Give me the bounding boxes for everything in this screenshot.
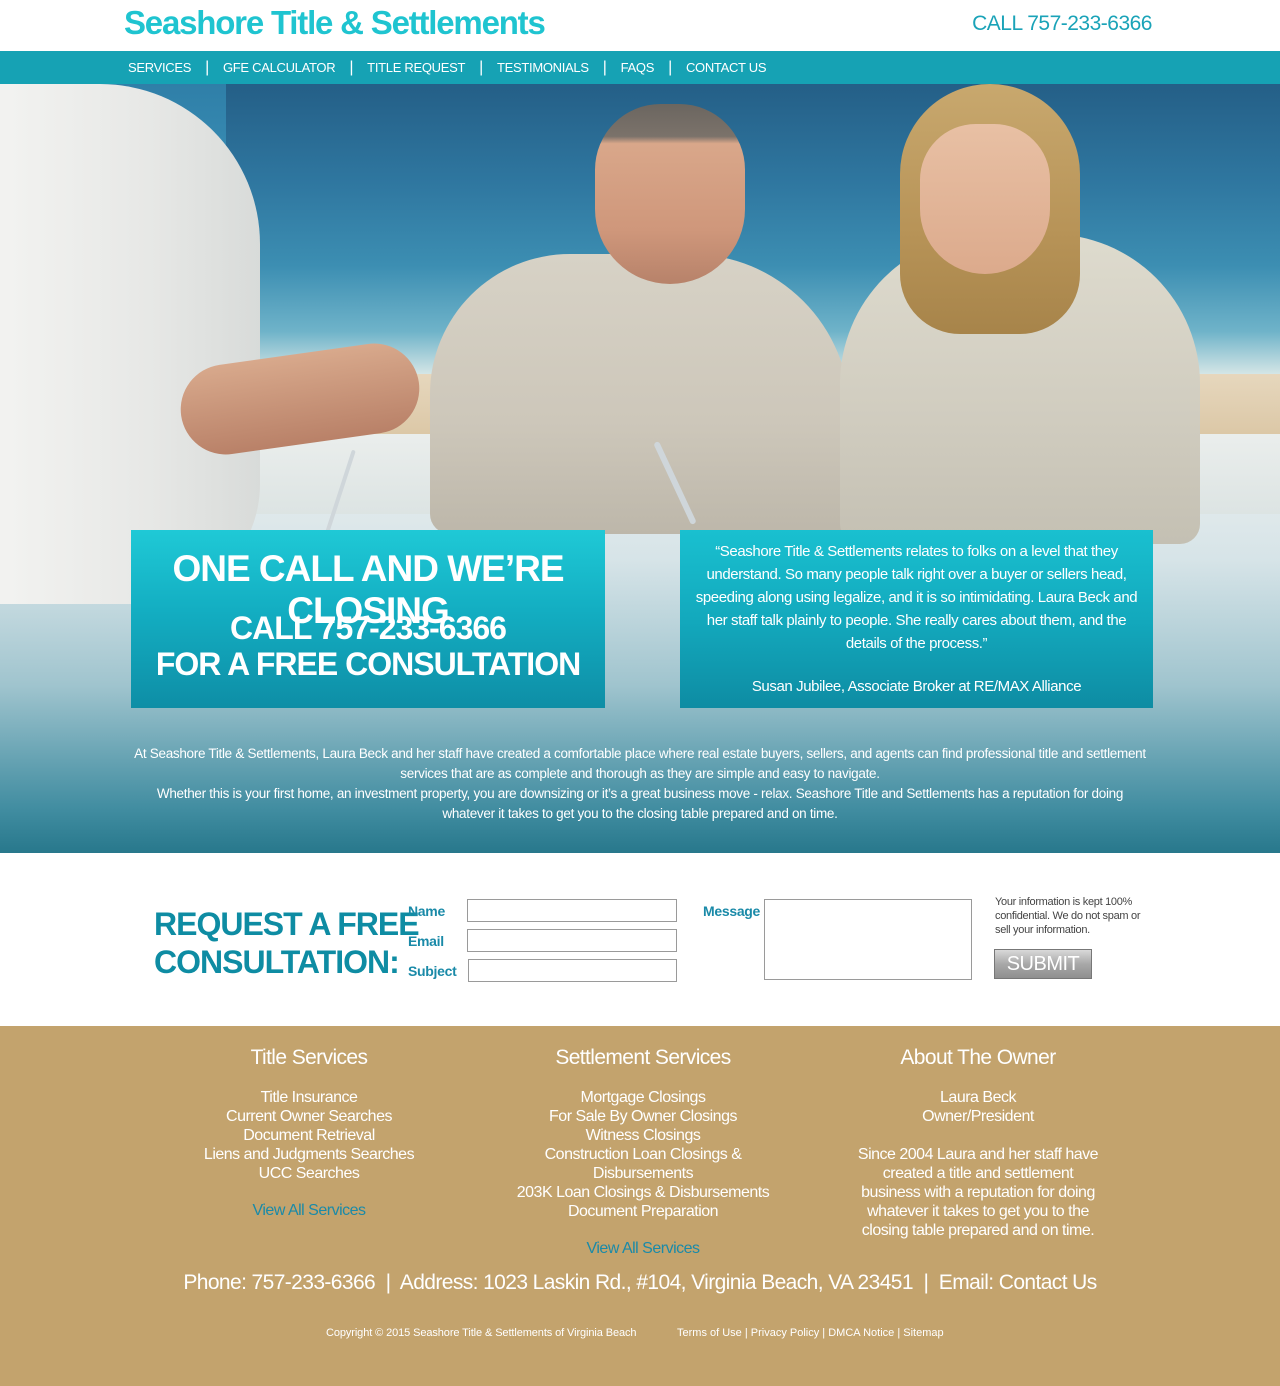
footer-list-item: For Sale By Owner Closings xyxy=(549,1108,737,1125)
name-label: Name xyxy=(408,903,445,919)
footer-list-item: Construction Loan Closings & Disbursemen… xyxy=(544,1146,742,1182)
nav-separator: | xyxy=(479,58,483,76)
nav-item-title-request[interactable]: TITLE REQUEST xyxy=(357,60,475,75)
footer-list-item: Title Insurance xyxy=(260,1089,358,1106)
hero-banner: ONE CALL AND WE’RE CLOSING CALL 757-233-… xyxy=(0,84,1280,853)
footer-contact-line: Phone: 757-233-6366 | Address: 1023 Lask… xyxy=(0,1271,1280,1295)
hero-man-head xyxy=(595,104,745,284)
hero-agent-figure xyxy=(0,84,260,604)
copyright: Copyright © 2015 Seashore Title & Settle… xyxy=(326,1327,637,1339)
footer-settlement-services: Settlement Services Mortgage Closings Fo… xyxy=(493,1026,793,1258)
nav-separator: | xyxy=(668,58,672,76)
owner-bio: Since 2004 Laura and her staff have crea… xyxy=(857,1146,1099,1239)
hero-woman-figure xyxy=(840,84,1200,544)
terms-of-use-link[interactable]: Terms of Use xyxy=(677,1327,742,1339)
site-header: Seashore Title & Settlements CALL 757-23… xyxy=(0,0,1280,51)
hero-intro: At Seashore Title & Settlements, Laura B… xyxy=(130,744,1150,824)
hero-man-body xyxy=(430,254,850,534)
view-all-settlement-services-link[interactable]: View All Services xyxy=(493,1240,793,1258)
form-title-line: REQUEST A FREE xyxy=(154,906,420,942)
message-label: Message xyxy=(703,903,761,919)
footer-list-item: Liens and Judgments Searches xyxy=(203,1146,415,1163)
footer-heading: Settlement Services xyxy=(555,1046,731,1069)
footer-list-item: Witness Closings xyxy=(585,1127,701,1144)
hero-woman-face xyxy=(920,124,1050,274)
site-logo[interactable]: Seashore Title & Settlements xyxy=(124,4,546,42)
footer-about-owner: About The Owner Laura Beck Owner/Preside… xyxy=(853,1026,1103,1240)
main-nav: SERVICES | GFE CALCULATOR | TITLE REQUES… xyxy=(0,51,1280,84)
footer-list-item: Current Owner Searches xyxy=(226,1108,392,1125)
footer-list-item: UCC Searches xyxy=(258,1165,360,1182)
hero-intro-paragraph: Whether this is your first home, an inve… xyxy=(156,786,1124,821)
hero-man-figure xyxy=(430,104,850,534)
nav-item-testimonials[interactable]: TESTIMONIALS xyxy=(487,60,599,75)
testimonial-author: Susan Jubilee, Associate Broker at RE/MA… xyxy=(751,678,1082,695)
form-title: REQUEST A FREE CONSULTATION: xyxy=(154,905,420,981)
testimonial-quote: “Seashore Title & Settlements relates to… xyxy=(695,543,1138,652)
cta-free-line: FOR A FREE CONSULTATION xyxy=(155,646,581,682)
nav-item-contact-us[interactable]: CONTACT US xyxy=(676,60,776,75)
footer-title-services: Title Services Title Insurance Current O… xyxy=(189,1026,429,1220)
subject-field[interactable] xyxy=(468,959,677,982)
dmca-notice-link[interactable]: DMCA Notice xyxy=(828,1327,894,1339)
view-all-title-services-link[interactable]: View All Services xyxy=(189,1202,429,1220)
nav-separator: | xyxy=(602,58,607,76)
hero-intro-paragraph: At Seashore Title & Settlements, Laura B… xyxy=(134,746,1146,781)
footer-list-item: 203K Loan Closings & Disbursements xyxy=(516,1184,770,1201)
email-label: Email xyxy=(408,933,444,949)
message-field[interactable] xyxy=(764,899,972,980)
nav-item-services[interactable]: SERVICES xyxy=(118,60,201,75)
nav-item-faqs[interactable]: FAQS xyxy=(611,60,664,75)
footer-separator: | xyxy=(923,1271,929,1294)
contact-us-link[interactable]: Contact Us xyxy=(999,1271,1097,1294)
cta-call-line: CALL 757-233-6366 xyxy=(230,610,507,646)
sitemap-link[interactable]: Sitemap xyxy=(903,1327,943,1339)
nav-separator: | xyxy=(205,58,209,76)
footer-separator: | xyxy=(385,1271,391,1294)
nav-item-gfe-calculator[interactable]: GFE CALCULATOR xyxy=(213,60,345,75)
consultation-form: REQUEST A FREE CONSULTATION: Name Email … xyxy=(0,853,1280,1026)
cta-phone[interactable]: CALL 757-233-6366 FOR A FREE CONSULTATIO… xyxy=(131,610,605,682)
privacy-note: Your information is kept 100% confidenti… xyxy=(995,896,1141,936)
privacy-policy-link[interactable]: Privacy Policy xyxy=(751,1327,819,1339)
name-field[interactable] xyxy=(467,899,677,922)
testimonial-box: “Seashore Title & Settlements relates to… xyxy=(680,530,1153,708)
footer-list-item: Mortgage Closings xyxy=(580,1089,706,1106)
footer-heading: Title Services xyxy=(250,1046,368,1069)
footer-list-item: Document Preparation xyxy=(567,1203,719,1220)
footer-phone[interactable]: Phone: 757-233-6366 xyxy=(183,1271,375,1294)
subject-label: Subject xyxy=(408,963,457,979)
nav-separator: | xyxy=(349,58,354,76)
footer-address: Address: 1023 Laskin Rd., #104, Virginia… xyxy=(399,1271,914,1294)
email-field[interactable] xyxy=(467,929,677,952)
owner-title: Owner/President xyxy=(922,1108,1034,1125)
submit-button[interactable]: SUBMIT xyxy=(994,949,1092,979)
footer-heading: About The Owner xyxy=(900,1046,1056,1069)
footer-email-label: Email: xyxy=(938,1271,999,1294)
footer-list-item: Document Retrieval xyxy=(243,1127,375,1144)
cta-box: ONE CALL AND WE’RE CLOSING CALL 757-233-… xyxy=(131,530,605,708)
header-phone[interactable]: CALL 757-233-6366 xyxy=(972,12,1152,36)
form-title-line: CONSULTATION: xyxy=(154,944,400,980)
owner-name: Laura Beck xyxy=(940,1089,1016,1106)
legal-links: Terms of Use | Privacy Policy | DMCA Not… xyxy=(677,1327,944,1339)
site-footer: Title Services Title Insurance Current O… xyxy=(0,1026,1280,1386)
